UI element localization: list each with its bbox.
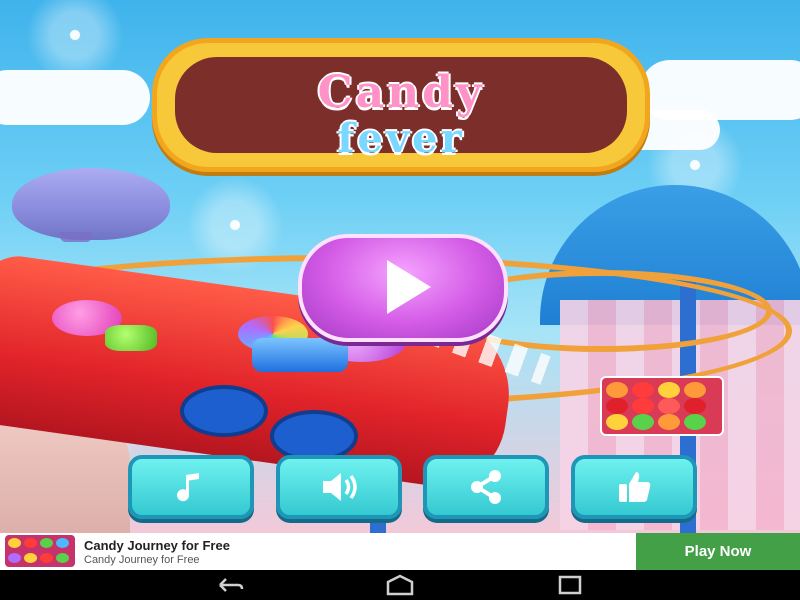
candy-icon <box>8 538 21 548</box>
candy-icon <box>658 398 680 414</box>
car-wheel <box>180 385 268 437</box>
candy-icon <box>684 382 706 398</box>
logo-title-line2: fever <box>337 115 465 162</box>
balloon-basket <box>60 232 92 242</box>
candy-icon <box>658 414 680 430</box>
play-button[interactable] <box>298 234 508 342</box>
home-button[interactable] <box>378 574 422 596</box>
share-button[interactable] <box>423 455 549 519</box>
candy-gem <box>105 325 157 351</box>
system-nav-bar <box>0 570 800 600</box>
like-button[interactable] <box>571 455 697 519</box>
candy-icon <box>606 398 628 414</box>
candy-icon <box>40 538 53 548</box>
play-now-button[interactable]: Play Now <box>636 533 800 570</box>
music-button[interactable] <box>128 455 254 519</box>
candy-icon <box>24 553 37 563</box>
ad-banner[interactable]: Candy Journey for Free Candy Journey for… <box>0 533 800 570</box>
candy-icon <box>606 414 628 430</box>
recents-icon <box>558 575 582 595</box>
ad-title[interactable]: Candy Journey for Free <box>84 538 230 553</box>
play-icon <box>387 260 431 314</box>
candy-icon <box>56 553 69 563</box>
promo-game-tile[interactable] <box>600 376 724 436</box>
candy-gem <box>252 338 348 372</box>
candy-icon <box>684 398 706 414</box>
thumbs-up-icon <box>619 472 651 502</box>
share-icon <box>471 470 501 504</box>
candy-icon <box>658 382 680 398</box>
music-note-icon <box>177 473 199 502</box>
logo-panel: Candy fever <box>175 57 627 162</box>
candy-icon <box>8 553 21 563</box>
candy-icon <box>632 398 654 414</box>
sound-button[interactable] <box>276 455 402 519</box>
back-button[interactable] <box>206 574 250 596</box>
game-logo: Candy fever <box>152 38 650 172</box>
back-arrow-icon <box>219 578 244 592</box>
ad-app-icon[interactable] <box>5 535 75 567</box>
candy-icon <box>24 538 37 548</box>
home-icon <box>386 574 414 596</box>
ad-subtitle[interactable]: Candy Journey for Free <box>84 554 200 566</box>
candy-icon <box>56 538 69 548</box>
candy-icon <box>606 382 628 398</box>
hot-air-balloon <box>12 168 170 240</box>
candy-icon <box>684 414 706 430</box>
candy-icon <box>632 382 654 398</box>
speaker-icon <box>323 473 357 501</box>
logo-title-line1: Candy <box>317 67 485 118</box>
candy-icon <box>632 414 654 430</box>
recents-button[interactable] <box>548 574 592 596</box>
candy-icon <box>40 553 53 563</box>
